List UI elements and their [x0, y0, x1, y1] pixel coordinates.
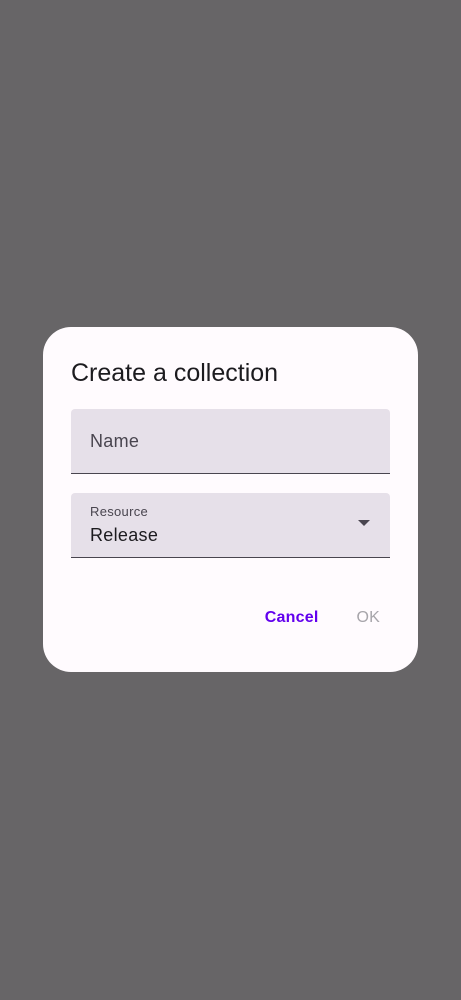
name-input-placeholder: Name	[90, 431, 140, 451]
resource-dropdown-label: Resource	[90, 504, 149, 519]
dialog-title: Create a collection	[71, 359, 279, 387]
arrow-drop-down-icon[interactable]	[358, 520, 370, 526]
cancel-button[interactable]: Cancel	[251, 601, 333, 635]
ok-button[interactable]: OK	[342, 601, 394, 635]
resource-dropdown-value: Release	[90, 525, 159, 545]
resource-dropdown[interactable]: Resource Release	[71, 493, 390, 558]
create-collection-dialog: Create a collection Name Resource Releas…	[43, 327, 418, 672]
name-input[interactable]: Name	[71, 409, 390, 474]
dialog-actions: Cancel OK	[251, 601, 394, 635]
